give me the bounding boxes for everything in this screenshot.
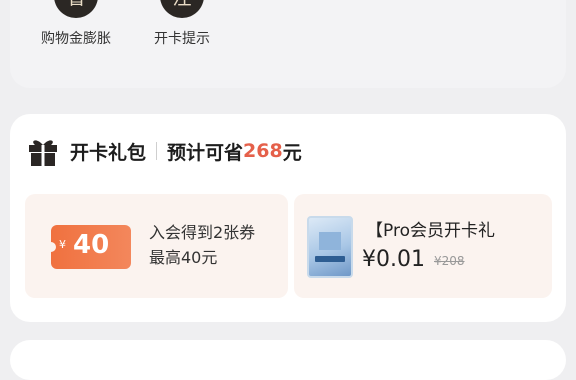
save-unit: 元 (282, 141, 302, 164)
benefit-shopping-money[interactable]: 省 购物金膨胀 (26, 0, 126, 48)
product-item[interactable]: 【Pro会员开卡礼 ¥0.01 ¥208 (294, 194, 552, 298)
coupon-description: 入会得到2张券 最高40元 (149, 220, 255, 270)
product-image-band (315, 256, 345, 262)
gift-title: 开卡礼包 (70, 141, 147, 164)
next-card (10, 340, 566, 380)
save-prefix: 预计可省 (167, 141, 244, 164)
coupon-item[interactable]: ¥ 40 入会得到2张券 最高40元 (25, 194, 288, 298)
gift-icon (29, 140, 57, 166)
product-price: ¥0.01 (362, 247, 425, 272)
benefit-label: 购物金膨胀 (41, 31, 111, 47)
save-amount: 268 (243, 140, 283, 162)
coupon-currency: ¥ (59, 238, 66, 251)
product-original-price: ¥208 (434, 254, 465, 268)
benefit-card-tips[interactable]: 注 开卡提示 (132, 0, 232, 48)
gift-header: 开卡礼包 预计可省 268 元 (26, 136, 302, 166)
coupon-line-1: 入会得到2张券 (149, 223, 256, 242)
coupon-value: 40 (73, 230, 110, 260)
product-title: 【Pro会员开卡礼 (366, 221, 495, 241)
coupon-line-2: 最高40元 (149, 248, 218, 267)
gift-package-card: 开卡礼包 预计可省 268 元 ¥ 40 入会得到2张券 最高40元 【Pro会… (10, 114, 566, 322)
coupon-ticket-icon: ¥ 40 (46, 225, 131, 269)
benefits-card: 省 购物金膨胀 注 开卡提示 (10, 0, 566, 88)
product-image (307, 216, 353, 278)
note-icon: 注 (160, 0, 204, 18)
benefit-label: 开卡提示 (154, 31, 210, 47)
product-image-detail (319, 232, 341, 250)
divider (156, 142, 158, 160)
save-icon: 省 (54, 0, 98, 18)
ticket-notch (46, 242, 56, 252)
